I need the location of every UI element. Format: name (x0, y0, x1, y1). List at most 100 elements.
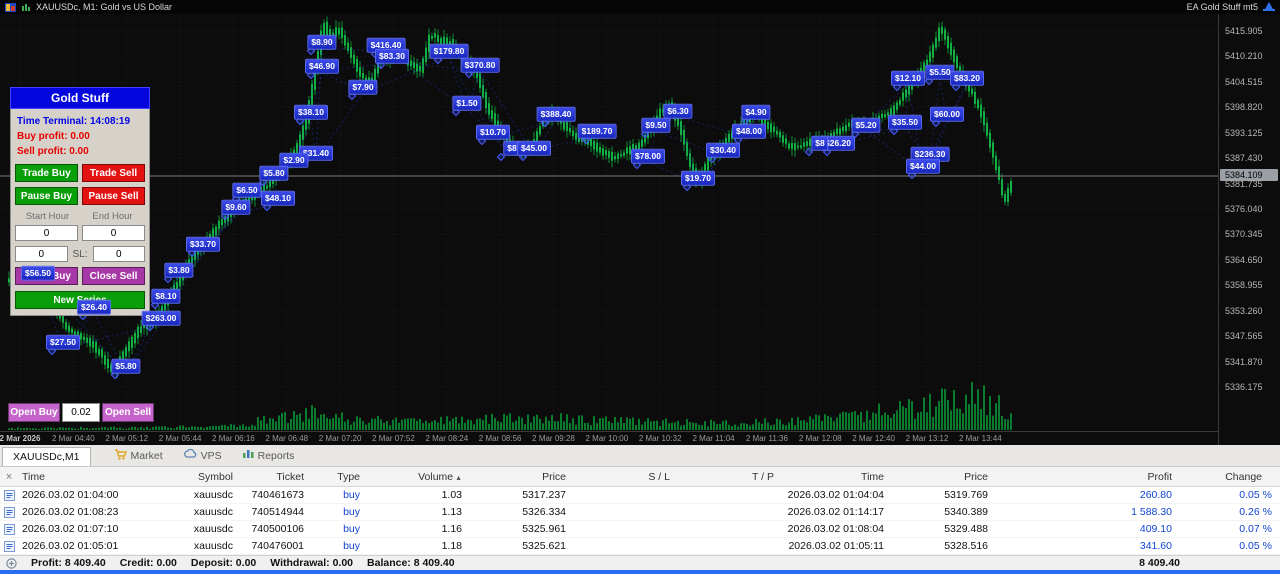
column-header-change[interactable]: Change (1180, 471, 1280, 483)
chart-tab-xauusdc-m1[interactable]: XAUUSDc,M1 (2, 447, 91, 466)
summary-icon (6, 557, 17, 569)
reports-label: Reports (257, 449, 295, 462)
cell-open-time: 2026.03.02 01:08:23 (22, 506, 119, 518)
status-segment: Withdrawal: 0.00 (270, 557, 354, 569)
cell-close-price: 5340.389 (944, 506, 988, 518)
trade-buy-button[interactable]: Trade Buy (15, 164, 78, 182)
time-axis-label: 2 Mar 10:00 (585, 434, 629, 443)
cell-close-price: 5328.516 (944, 540, 988, 552)
tp-input[interactable] (15, 246, 68, 262)
column-header-t-p[interactable]: T / P (678, 471, 782, 483)
cell-profit: 409.10 (1139, 523, 1172, 535)
end-hour-input[interactable] (82, 225, 145, 241)
time-axis-label: 2 Mar 13:44 (958, 434, 1002, 443)
cell-open-price: 5325.961 (522, 523, 566, 535)
open-buy-button[interactable]: Open Buy (8, 403, 60, 422)
cell-open-time: 2026.03.02 01:05:01 (22, 540, 119, 552)
pause-sell-button[interactable]: Pause Sell (82, 187, 145, 205)
column-header-ticket[interactable]: Ticket (241, 471, 312, 483)
time-axis-label: 2 Mar 08:24 (425, 434, 469, 443)
time-axis-label: 2 Mar 10:32 (638, 434, 682, 443)
price-axis-label: 5398.820 (1225, 102, 1263, 113)
table-row[interactable]: 2026.03.02 01:05:01 xauusdc 740476001 buy 1.… (0, 538, 1280, 555)
column-header-time[interactable]: Time (18, 471, 193, 483)
time-axis[interactable]: 2 Mar 2026 2 Mar 04:40 2 Mar 05:12 2 Mar 05… (0, 431, 1218, 445)
toolbox-tabbar: XAUUSDc,M1 Market VPS Reports (0, 445, 1280, 467)
deal-icon (0, 523, 18, 535)
end-hour-label: End Hour (92, 211, 133, 222)
price-axis[interactable]: 5384.109 5415.905 5410.210 5404.515 5398.82… (1218, 14, 1280, 445)
start-hour-label: Start Hour (25, 211, 70, 222)
open-sell-button[interactable]: Open Sell (102, 403, 154, 422)
time-axis-label: 2 Mar 07:20 (318, 434, 362, 443)
price-axis-label: 5415.905 (1225, 26, 1263, 36)
cell-close-time: 2026.03.02 01:05:11 (788, 540, 884, 552)
price-axis-label: 5404.515 (1225, 76, 1263, 87)
trade-sell-button[interactable]: Trade Sell (82, 164, 145, 182)
cell-close-price: 5329.488 (944, 523, 988, 535)
expert-advisor-hat-icon[interactable] (1263, 2, 1275, 12)
column-header-s-l[interactable]: S / L (574, 471, 678, 483)
price-axis-label: 5341.870 (1225, 356, 1263, 367)
time-axis-label: 2 Mar 2026 (0, 434, 41, 443)
price-axis-label: 5381.735 (1225, 178, 1263, 189)
column-header-symbol[interactable]: Symbol (193, 471, 241, 483)
pause-buy-button[interactable]: Pause Buy (15, 187, 78, 205)
time-axis-label: 2 Mar 11:04 (692, 434, 735, 443)
reports-button[interactable]: Reports (233, 445, 304, 466)
column-header-price[interactable]: Price (892, 471, 996, 483)
cell-open-price: 5326.334 (522, 506, 566, 518)
column-header-time[interactable]: Time (782, 471, 892, 483)
cell-close-price: 5319.769 (944, 489, 988, 501)
reports-chart-icon (242, 449, 254, 462)
time-axis-label: 2 Mar 08:56 (478, 434, 522, 443)
cell-open-price: 5317.237 (522, 489, 566, 501)
deal-icon (0, 540, 18, 552)
status-segment: Deposit: 0.00 (190, 557, 257, 569)
vps-button[interactable]: VPS (174, 445, 231, 466)
cell-profit: 1 588.30 (1131, 506, 1172, 518)
history-table-header[interactable]: × Time Symbol Ticket Type Volume ▲ Price S / LT… (0, 467, 1280, 487)
lot-size-input[interactable] (62, 403, 100, 422)
history-table-body: 2026.03.02 01:04:00 xauusdc 740461673 buy 1.… (0, 487, 1280, 555)
candlestick-chart (0, 14, 1218, 431)
status-segment: Profit: 8 409.40 (31, 557, 106, 569)
new-series-button[interactable]: New Series (15, 291, 145, 309)
cell-volume: 1.13 (441, 506, 462, 518)
start-hour-input[interactable] (15, 225, 78, 241)
close-toolbox-icon[interactable]: × (0, 471, 18, 483)
close-buy-button[interactable]: Close Buy (15, 267, 78, 285)
price-axis-label: 5364.650 (1225, 254, 1263, 265)
window-title: XAUUSDc, M1: Gold vs US Dollar (36, 2, 173, 12)
market-label: Market (130, 449, 163, 462)
time-axis-label: 2 Mar 13:12 (905, 434, 949, 443)
table-row[interactable]: 2026.03.02 01:07:10 xauusdc 740500106 buy 1.… (0, 521, 1280, 538)
sl-label: SL: (72, 248, 88, 260)
column-header-type[interactable]: Type (312, 471, 368, 483)
status-segment: Balance: 8 409.40 (367, 557, 455, 569)
time-axis-label: 2 Mar 11:36 (745, 434, 788, 443)
toolbox-panel: XAUUSDc,M1 Market VPS Reports × Time Sym… (0, 445, 1280, 574)
cell-volume: 1.16 (441, 523, 462, 535)
column-header-profit[interactable]: Profit (996, 471, 1180, 483)
time-axis-label: 2 Mar 04:40 (51, 434, 95, 443)
time-terminal-label: Time Terminal: 14:08:19 (17, 116, 131, 127)
sl-input[interactable] (92, 246, 146, 262)
time-axis-label: 2 Mar 07:52 (372, 434, 415, 443)
market-button[interactable]: Market (105, 445, 172, 466)
vps-cloud-icon (183, 448, 197, 462)
table-row[interactable]: 2026.03.02 01:04:00 xauusdc 740461673 buy 1.… (0, 487, 1280, 504)
cell-symbol: xauusdc (193, 506, 233, 518)
chart-area[interactable]: Gold Stuff Time Terminal: 14:08:19 Buy p… (0, 14, 1218, 431)
close-sell-button[interactable]: Close Sell (82, 267, 145, 285)
cell-open-time: 2026.03.02 01:07:10 (22, 523, 119, 535)
table-row[interactable]: 2026.03.02 01:08:23 xauusdc 740514944 buy 1.… (0, 504, 1280, 521)
time-axis-label: 2 Mar 06:16 (212, 434, 255, 443)
panel-title: Gold Stuff (10, 87, 150, 109)
cell-close-time: 2026.03.02 01:04:04 (787, 489, 884, 501)
column-header-volume[interactable]: Volume ▲ (368, 471, 470, 483)
cell-ticket: 740514944 (251, 506, 304, 518)
column-header-price[interactable]: Price (470, 471, 574, 483)
status-segment: Credit: 0.00 (119, 557, 177, 569)
cell-open-price: 5325.621 (522, 540, 566, 552)
